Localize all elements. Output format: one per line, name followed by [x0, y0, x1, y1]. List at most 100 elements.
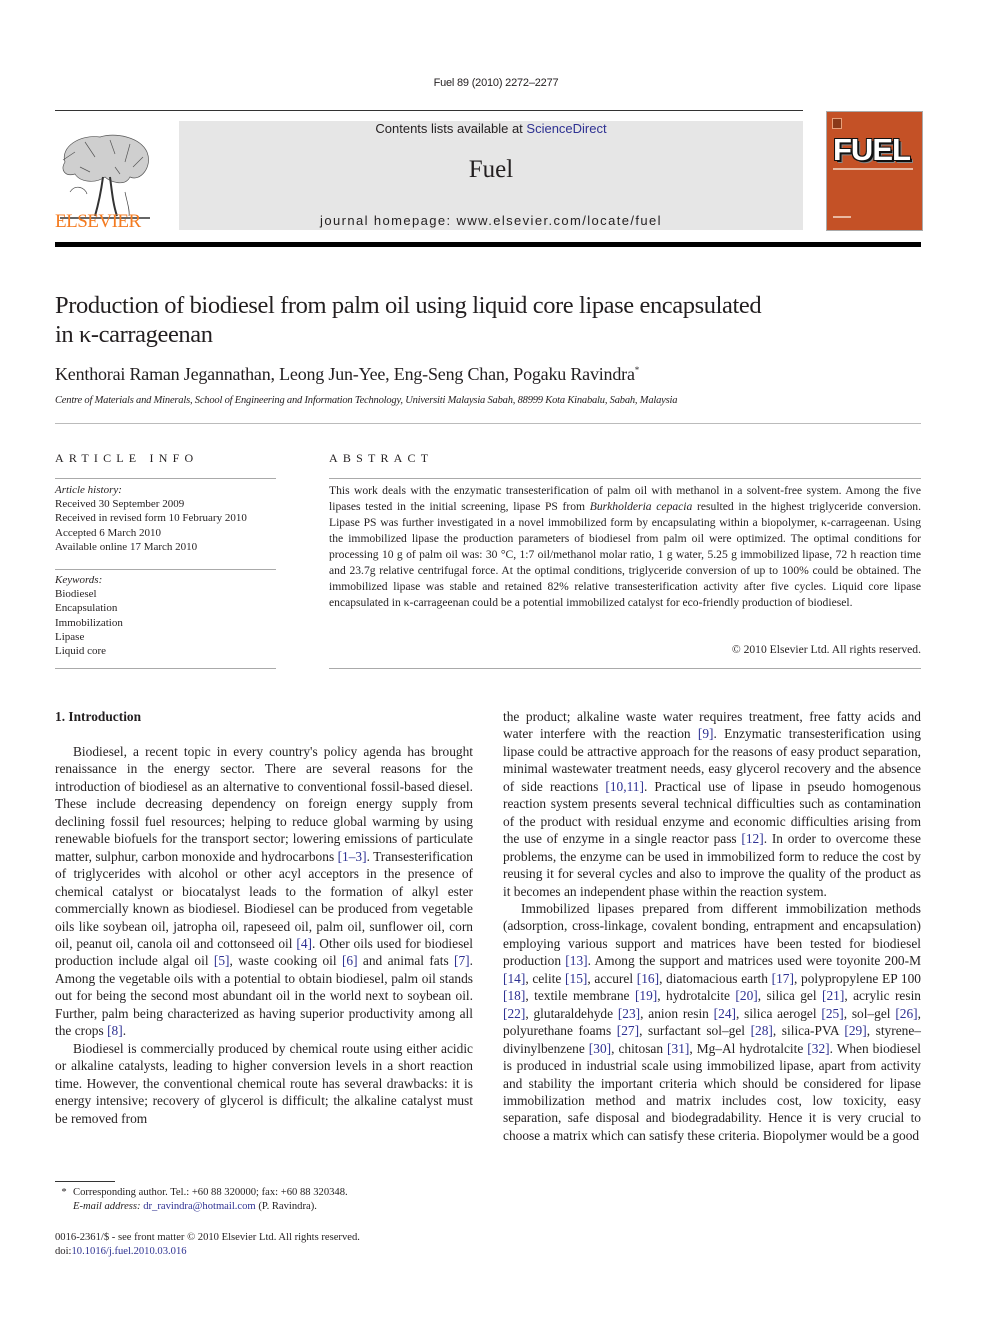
citation-link[interactable]: [23]: [618, 1006, 640, 1021]
divider: [55, 569, 276, 570]
footnote-rule: [55, 1181, 115, 1182]
citation-link[interactable]: [21]: [822, 988, 844, 1003]
footnote: * Corresponding author. Tel.: +60 88 3200…: [55, 1186, 348, 1214]
title-line-2: in κ-carrageenan: [55, 321, 213, 348]
doi-link[interactable]: 10.1016/j.fuel.2010.03.016: [71, 1246, 186, 1257]
text-run: , textile mem­brane: [525, 988, 635, 1004]
front-matter: 0016-2361/$ - see front matter © 2010 El…: [55, 1231, 360, 1259]
contents-prefix: Contents lists available at: [375, 121, 527, 136]
citation-link[interactable]: [22]: [503, 1006, 525, 1021]
citation-link[interactable]: [20]: [735, 988, 757, 1003]
history-item: Received 30 September 2009: [55, 498, 185, 511]
text-run: , silica aerogel: [735, 1005, 822, 1021]
citation-link[interactable]: [1–3]: [338, 849, 367, 864]
citation-link[interactable]: [24]: [714, 1006, 736, 1021]
contents-line: Contents lists available at ScienceDirec…: [179, 121, 803, 136]
running-head: Fuel 89 (2010) 2272–2277: [433, 77, 559, 89]
citation-link[interactable]: [31]: [667, 1041, 689, 1056]
text-run: , sol–gel: [843, 1005, 896, 1021]
text-run: , diatomacious earth: [659, 970, 772, 986]
email-link[interactable]: dr_ravindra@hotmail.com: [143, 1201, 255, 1212]
sciencedirect-link[interactable]: ScienceDirect: [526, 121, 606, 136]
paragraph: the product; alkaline waste water requir…: [503, 708, 921, 900]
citation-link[interactable]: [9]: [698, 726, 714, 741]
keyword: Encapsulation: [55, 602, 118, 615]
text-run: , glu­taraldehyde: [525, 1005, 618, 1021]
doi-prefix: doi:: [55, 1246, 72, 1257]
citation-link[interactable]: [13]: [565, 953, 587, 968]
issn-line: 0016-2361/$ - see front matter © 2010 El…: [55, 1232, 360, 1243]
body-column-left: Biodiesel, a recent topic in every count…: [55, 743, 473, 1127]
cover-tagline: [833, 168, 913, 170]
text-run: .: [122, 1023, 127, 1039]
footnote-mark: *: [61, 1187, 67, 1198]
citation-link[interactable]: [25]: [821, 1006, 843, 1021]
history-item: Received in revised form 10 February 201…: [55, 512, 247, 525]
citation-link[interactable]: [18]: [503, 988, 525, 1003]
citation-link[interactable]: [12]: [741, 831, 763, 846]
text-run: , chitosan: [611, 1040, 668, 1056]
email-suffix: (P. Ravindra).: [255, 1201, 317, 1212]
text-run: , anion resin: [640, 1005, 714, 1021]
citation-link[interactable]: [6]: [342, 953, 358, 968]
citation-link[interactable]: [8]: [107, 1023, 123, 1038]
abstract-text: This work deals with the enzymatic trans…: [329, 483, 921, 611]
keyword: Immobilization: [55, 616, 123, 629]
citation-link[interactable]: [32]: [807, 1041, 829, 1056]
citation-link[interactable]: [14]: [503, 971, 525, 986]
text-run: and animal fats: [357, 953, 455, 969]
citation-link[interactable]: [5]: [214, 953, 230, 968]
cover-publisher-icon: [832, 118, 842, 129]
masthead-rule: [55, 242, 921, 247]
text-run: , waste cooking oil: [229, 953, 342, 969]
corresponding-author-mark[interactable]: *: [635, 365, 640, 375]
divider: [329, 478, 921, 479]
history-item: Accepted 6 March 2010: [55, 526, 161, 539]
abstract-part-2: resulted in the highest triglyceride con…: [329, 500, 921, 609]
journal-name: Fuel: [468, 156, 514, 183]
text-run: , silica gel: [757, 988, 823, 1004]
journal-homepage[interactable]: journal homepage: www.elsevier.com/locat…: [179, 213, 803, 228]
paragraph: Biodiesel is commercially produced by ch…: [55, 1040, 473, 1126]
cover-footer: [833, 216, 851, 218]
section-heading: 1. Introduction: [55, 709, 142, 724]
citation-link[interactable]: [30]: [589, 1041, 611, 1056]
citation-link[interactable]: [10,11]: [605, 779, 644, 794]
species-name: Burkholderia cepacia: [589, 500, 693, 513]
text-run: , polypropylene EP 100: [793, 970, 921, 986]
article-history: Article history: Received 30 September 2…: [55, 483, 247, 554]
author-list: Kenthorai Raman Jegannathan, Leong Jun-Y…: [55, 364, 639, 385]
citation-link[interactable]: [4]: [296, 936, 312, 951]
citation-link[interactable]: [27]: [617, 1023, 639, 1038]
citation-link[interactable]: [28]: [751, 1023, 773, 1038]
citation-link[interactable]: [15]: [565, 971, 587, 986]
keywords-label: Keywords:: [55, 574, 103, 586]
text-run: , celite: [525, 970, 566, 986]
corresponding-author-note: Corresponding author. Tel.: +60 88 32000…: [73, 1187, 348, 1198]
citation-link[interactable]: [16]: [637, 971, 659, 986]
text-run: Biodiesel, a recent topic in every count…: [55, 744, 473, 864]
citation-link[interactable]: [29]: [844, 1023, 866, 1038]
citation-link[interactable]: [17]: [772, 971, 794, 986]
abstract-copyright: © 2010 Elsevier Ltd. All rights reserved…: [731, 643, 921, 656]
citation-link[interactable]: [7]: [454, 953, 470, 968]
citation-link[interactable]: [26]: [895, 1006, 917, 1021]
text-run: , surfactant sol–gel: [639, 1023, 751, 1039]
email-label: E-mail address:: [73, 1201, 141, 1212]
abstract-heading: ABSTRACT: [329, 451, 434, 465]
text-run: , silica-PVA: [772, 1023, 845, 1039]
keyword: Biodiesel: [55, 588, 97, 601]
body-column-right: the product; alkaline waste water requir…: [503, 708, 921, 1144]
cover-title: FUEL: [833, 132, 911, 167]
publisher-logo-text: ELSEVIER: [55, 211, 141, 232]
affiliation: Centre of Materials and Minerals, School…: [55, 395, 678, 406]
text-run: , accurel: [587, 970, 637, 986]
citation-link[interactable]: [19]: [635, 988, 657, 1003]
article-title: Production of biodiesel from palm oil us…: [55, 291, 925, 349]
keywords: Keywords: Biodiesel Encapsulation Immobi…: [55, 573, 123, 658]
text-run: , hydrotalcite: [657, 988, 736, 1004]
text-run: , Mg–Al hydrotalcite: [689, 1040, 808, 1056]
divider: [55, 423, 921, 424]
paragraph: Biodiesel, a recent topic in every count…: [55, 743, 473, 1040]
journal-cover-image: FUEL: [826, 111, 923, 231]
